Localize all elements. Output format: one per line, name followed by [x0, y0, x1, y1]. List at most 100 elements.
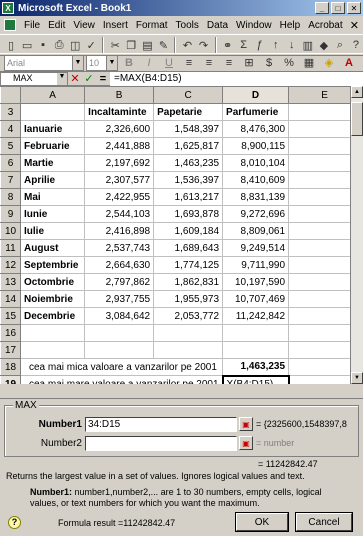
cell-c[interactable]: 1,609,184	[153, 222, 224, 240]
print-preview-icon[interactable]: ◫	[68, 36, 82, 54]
row-header[interactable]: 14	[0, 290, 21, 308]
merge-center-icon[interactable]: ⊞	[240, 54, 258, 72]
cell-d[interactable]	[222, 341, 290, 359]
enter-icon[interactable]: ✓	[82, 72, 96, 85]
save-icon[interactable]: ▪	[36, 36, 50, 54]
cell-c[interactable]	[153, 324, 224, 342]
chevron-down-icon[interactable]: ▼	[57, 72, 67, 85]
cell-b[interactable]: 2,537,743	[84, 239, 155, 257]
cell-b[interactable]: 2,937,755	[84, 290, 155, 308]
row-header[interactable]: 17	[0, 341, 21, 359]
menu-window[interactable]: Window	[232, 20, 276, 31]
number2-input[interactable]	[85, 435, 237, 451]
row-header[interactable]: 16	[0, 324, 21, 342]
cell-d[interactable]: 9,272,696	[222, 205, 290, 223]
undo-icon[interactable]: ↶	[180, 36, 194, 54]
cell-a19[interactable]: cea mai mare valoare a vanzarilor pe 200…	[19, 375, 224, 384]
cell-b[interactable]: 2,197,692	[84, 154, 155, 172]
row-header[interactable]: 19	[0, 375, 21, 384]
font-combo[interactable]: Arial ▼	[4, 54, 84, 71]
cell-b[interactable]: 2,422,955	[84, 188, 155, 206]
cell-b[interactable]: 2,307,577	[84, 171, 155, 189]
row-header[interactable]: 15	[0, 307, 21, 325]
row-header[interactable]: 9	[0, 205, 21, 223]
align-left-icon[interactable]: ≡	[180, 54, 198, 72]
row-header[interactable]: 4	[0, 120, 21, 138]
font-size-combo[interactable]: 10 ▼	[86, 54, 118, 71]
column-header-b[interactable]: B	[84, 86, 155, 104]
sort-ascending-icon[interactable]: ↑	[269, 36, 283, 54]
paste-function-icon[interactable]: ƒ	[253, 36, 267, 54]
drawing-icon[interactable]: ◆	[317, 36, 331, 54]
cell-d3[interactable]: Parfumerie	[222, 103, 290, 121]
cell-c[interactable]: 2,053,772	[153, 307, 224, 325]
open-icon[interactable]: ▭	[20, 36, 34, 54]
cell-d[interactable]	[222, 324, 290, 342]
row-header[interactable]: 13	[0, 273, 21, 291]
select-all-corner[interactable]	[0, 86, 21, 104]
cell-c[interactable]: 1,689,643	[153, 239, 224, 257]
cell-d[interactable]: 9,249,514	[222, 239, 290, 257]
print-icon[interactable]: ⎙	[52, 36, 66, 54]
cell-d[interactable]: 8,410,609	[222, 171, 290, 189]
percent-icon[interactable]: %	[280, 54, 298, 72]
office-assistant-icon[interactable]: ?	[349, 36, 363, 54]
align-center-icon[interactable]: ≡	[200, 54, 218, 72]
cell-c[interactable]: 1,774,125	[153, 256, 224, 274]
cell-a[interactable]	[19, 324, 86, 342]
cell-d[interactable]: 10,197,590	[222, 273, 290, 291]
cell-d[interactable]: 9,711,990	[222, 256, 290, 274]
scroll-down-icon[interactable]: ▼	[351, 372, 363, 384]
cell-c[interactable]: 1,625,817	[153, 137, 224, 155]
cell-b[interactable]: 2,326,600	[84, 120, 155, 138]
cell-a18[interactable]: cea mai mica valoare a vanzarilor pe 200…	[19, 358, 224, 376]
close-workbook-icon[interactable]: ✕	[350, 19, 359, 32]
cell-d18[interactable]: 1,463,235	[222, 358, 290, 376]
menu-edit[interactable]: Edit	[44, 20, 69, 31]
font-color-icon[interactable]: A	[340, 54, 358, 72]
borders-icon[interactable]: ▦	[300, 54, 318, 72]
cell-d[interactable]: 8,809,061	[222, 222, 290, 240]
cell-c[interactable]: 1,955,973	[153, 290, 224, 308]
collapse-dialog-icon[interactable]: ▣	[239, 436, 253, 450]
row-header[interactable]: 8	[0, 188, 21, 206]
row-header[interactable]: 6	[0, 154, 21, 172]
spelling-icon[interactable]: ✓	[84, 36, 98, 54]
cell-b[interactable]: 3,084,642	[84, 307, 155, 325]
bold-icon[interactable]: B	[120, 54, 138, 72]
cell-c[interactable]: 1,463,235	[153, 154, 224, 172]
cell-d[interactable]: 11,242,842	[222, 307, 290, 325]
cell-c[interactable]: 1,548,397	[153, 120, 224, 138]
menu-help[interactable]: Help	[276, 20, 305, 31]
cell-a[interactable]: Noiembrie	[19, 290, 86, 308]
redo-icon[interactable]: ↷	[197, 36, 211, 54]
cell-a[interactable]: Octombrie	[19, 273, 86, 291]
cell-b[interactable]: 2,797,862	[84, 273, 155, 291]
column-header-d[interactable]: D	[222, 86, 290, 104]
sort-descending-icon[interactable]: ↓	[285, 36, 299, 54]
hyperlink-icon[interactable]: ⚭	[221, 36, 235, 54]
column-header-c[interactable]: C	[153, 86, 224, 104]
formula-input[interactable]: =MAX(B4:D15)	[110, 71, 363, 86]
cancel-button[interactable]: Cancel	[295, 512, 353, 532]
menu-data[interactable]: Data	[203, 20, 232, 31]
minimize-button[interactable]: _	[315, 2, 329, 14]
cell-c[interactable]	[153, 341, 224, 359]
fill-color-icon[interactable]: ◈	[320, 54, 338, 72]
cell-a[interactable]: August	[19, 239, 86, 257]
row-header[interactable]: 10	[0, 222, 21, 240]
row-header[interactable]: 3	[0, 103, 21, 121]
format-painter-icon[interactable]: ✎	[156, 36, 170, 54]
ok-button[interactable]: OK	[235, 512, 289, 532]
row-header[interactable]: 7	[0, 171, 21, 189]
name-box[interactable]: MAX ▼	[0, 71, 68, 86]
cell-b[interactable]: 2,664,630	[84, 256, 155, 274]
menu-file[interactable]: File	[20, 20, 44, 31]
cancel-icon[interactable]: ✕	[68, 72, 82, 85]
number1-input[interactable]: 34:D15	[85, 416, 237, 432]
row-header[interactable]: 5	[0, 137, 21, 155]
scroll-up-icon[interactable]: ▲	[351, 86, 363, 98]
cell-d19-active[interactable]: X(B4:D15)	[221, 374, 290, 384]
cell-a3[interactable]	[19, 103, 86, 121]
cell-b[interactable]: 2,416,898	[84, 222, 155, 240]
